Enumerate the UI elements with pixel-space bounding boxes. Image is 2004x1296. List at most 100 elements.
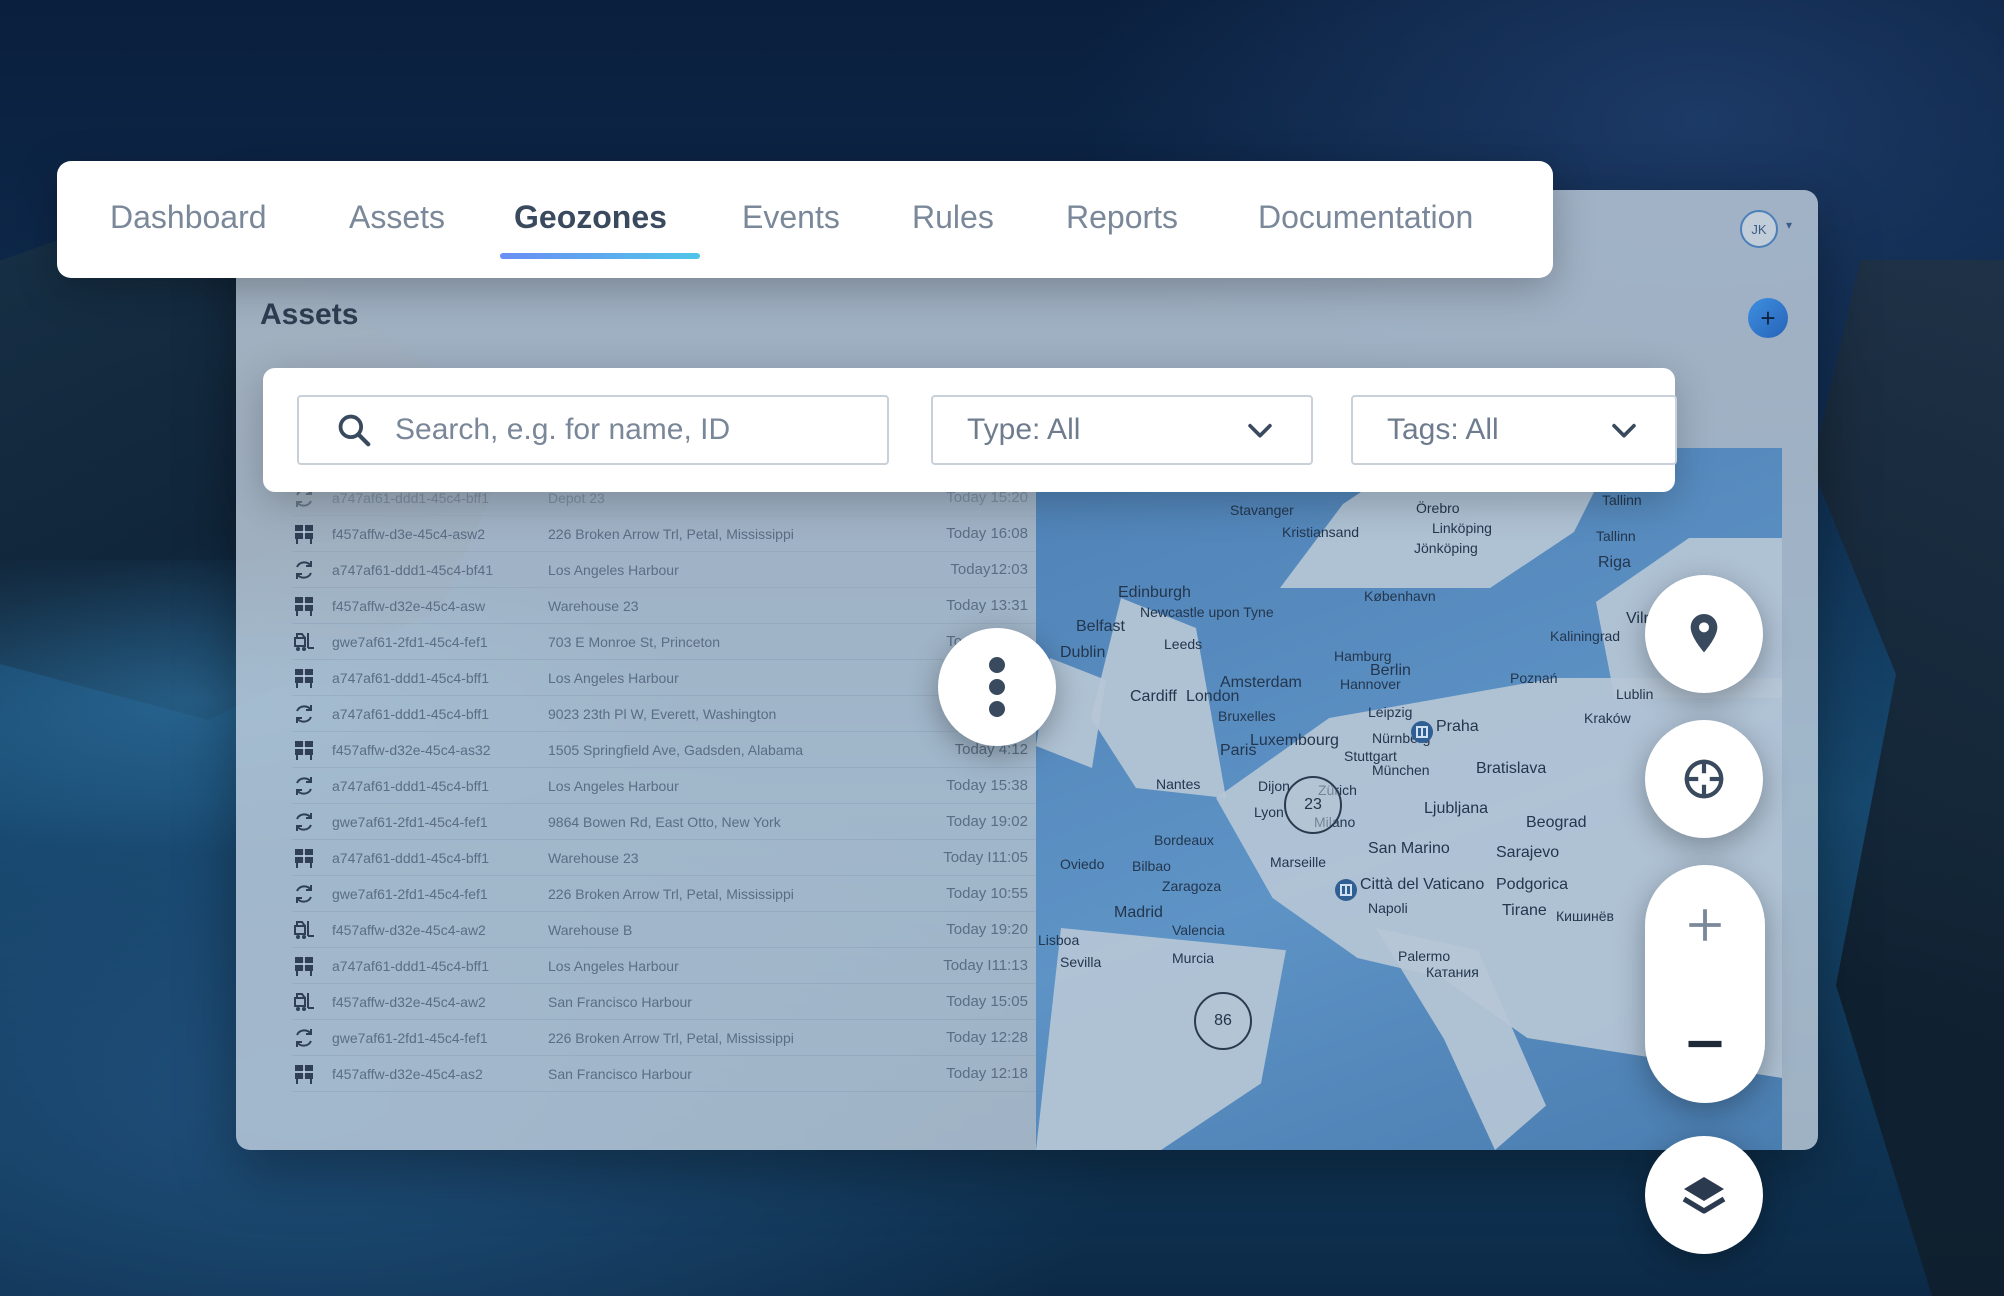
map-city-label: Belfast	[1076, 618, 1125, 635]
refresh-icon	[292, 882, 322, 906]
map-city-label: San Marino	[1368, 840, 1450, 857]
asset-id: f457affw-d32e-45c4-as32	[332, 741, 491, 758]
container-icon	[292, 522, 322, 546]
chevron-down-icon	[1248, 423, 1272, 438]
map-city-label: Ljubljana	[1424, 800, 1489, 817]
tab-rules[interactable]: Rules	[912, 199, 994, 236]
zoom-out-button[interactable]	[1645, 984, 1765, 1103]
locate-button[interactable]	[1645, 720, 1763, 838]
asset-id: f457affw-d3e-45c4-asw2	[332, 525, 486, 542]
asset-location: 9864 Bowen Rd, East Otto, New York	[548, 813, 781, 830]
tab-events[interactable]: Events	[742, 199, 840, 236]
search-field[interactable]	[297, 395, 889, 465]
asset-location: 1505 Springfield Ave, Gadsden, Alabama	[548, 741, 804, 758]
asset-location: Warehouse B	[548, 921, 633, 938]
map-cluster[interactable]: 23	[1284, 776, 1342, 834]
asset-id: f457affw-d32e-45c4-asw	[332, 597, 486, 614]
tab-assets[interactable]: Assets	[349, 199, 445, 236]
add-geozone-pin-button[interactable]	[1645, 575, 1763, 693]
asset-last-seen: Today 12:18	[946, 1065, 1028, 1082]
asset-last-seen: Today 19:02	[946, 813, 1028, 830]
asset-id: gwe7af61-2fd1-45c4-fef1	[332, 813, 488, 830]
chevron-down-icon[interactable]: ▾	[1786, 218, 1792, 232]
map-city-label: Newcastle upon Tyne	[1140, 604, 1274, 620]
plus-icon	[1689, 908, 1721, 941]
asset-last-seen: Today 10:55	[946, 885, 1028, 902]
container-icon	[292, 594, 322, 618]
map-city-label: London	[1186, 688, 1240, 705]
asset-location: 226 Broken Arrow Trl, Petal, Mississippi	[548, 885, 794, 902]
map-city-label: Lisboa	[1038, 932, 1080, 948]
map-city-label: Nantes	[1156, 776, 1201, 792]
forklift-icon	[292, 990, 322, 1014]
map-city-label: Dijon	[1258, 778, 1290, 794]
type-filter-dropdown[interactable]: Type: All	[931, 395, 1313, 465]
map-city-label: Valencia	[1172, 922, 1225, 938]
type-filter-label: Type: All	[967, 413, 1081, 446]
map-city-label: Poznań	[1510, 670, 1558, 686]
map-city-label: Кишинёв	[1556, 908, 1614, 924]
map-city-label: Stavanger	[1230, 502, 1294, 518]
asset-location: Los Angeles Harbour	[548, 669, 679, 686]
building-marker-icon[interactable]	[1410, 720, 1434, 744]
map-city-label: Tirane	[1502, 902, 1547, 919]
user-avatar[interactable]: JK	[1740, 210, 1778, 248]
map-city-label: Marseille	[1270, 854, 1327, 870]
map-layers-button[interactable]	[1645, 1136, 1763, 1254]
refresh-icon	[292, 774, 322, 798]
add-asset-button[interactable]: +	[1748, 298, 1788, 338]
map-city-label: München	[1372, 762, 1430, 778]
asset-id: a747af61-ddd1-45c4-bff1	[332, 669, 489, 686]
map-city-label: Città del Vaticano	[1360, 876, 1485, 893]
asset-id: gwe7af61-2fd1-45c4-fef1	[332, 633, 488, 650]
map-cluster[interactable]: 86	[1194, 992, 1252, 1050]
map-city-label: Oviedo	[1060, 856, 1105, 872]
map-city-label: Podgorica	[1496, 876, 1569, 893]
more-options-button[interactable]	[938, 628, 1056, 746]
asset-location: Warehouse 23	[548, 597, 639, 614]
panel-title: Assets	[260, 298, 359, 331]
building-marker-icon[interactable]	[1334, 878, 1358, 902]
map-city-label: Bratislava	[1476, 760, 1547, 777]
asset-last-seen: Today 15:38	[946, 777, 1028, 794]
map-city-label: Dublin	[1060, 644, 1106, 661]
asset-location: Los Angeles Harbour	[548, 561, 679, 578]
map-city-label: Napoli	[1368, 900, 1408, 916]
asset-last-seen: Today I11:05	[943, 849, 1028, 866]
forklift-icon	[292, 630, 322, 654]
map-city-label: Tallinn	[1596, 528, 1636, 544]
map-city-label: Leeds	[1164, 636, 1203, 652]
container-icon	[292, 846, 322, 870]
asset-id: a747af61-ddd1-45c4-bf41	[332, 561, 494, 578]
map-city-label: Катания	[1426, 964, 1479, 980]
map-city-label: Kristiansand	[1282, 524, 1360, 540]
layers-icon	[1682, 1177, 1726, 1214]
tab-reports[interactable]: Reports	[1066, 199, 1178, 236]
asset-location: San Francisco Harbour	[548, 1065, 692, 1082]
tab-documentation[interactable]: Documentation	[1258, 199, 1473, 236]
map-city-label: Bordeaux	[1154, 832, 1214, 848]
map-city-label: Riga	[1598, 554, 1631, 571]
refresh-icon	[292, 558, 322, 582]
search-input[interactable]	[393, 412, 877, 448]
map-city-label: Bruxelles	[1218, 708, 1276, 724]
asset-last-seen: Today 13:31	[946, 597, 1028, 614]
tags-filter-dropdown[interactable]: Tags: All	[1351, 395, 1677, 465]
tags-filter-label: Tags: All	[1387, 413, 1499, 446]
plus-icon: +	[1760, 302, 1776, 333]
container-icon	[292, 738, 322, 762]
refresh-icon	[292, 810, 322, 834]
container-icon	[292, 666, 322, 690]
tab-geozones[interactable]: Geozones	[514, 199, 667, 236]
asset-last-seen: Today I11:13	[943, 957, 1028, 974]
map-city-label: Linköping	[1432, 520, 1492, 536]
zoom-in-button[interactable]	[1645, 865, 1765, 984]
tab-dashboard[interactable]: Dashboard	[110, 199, 267, 236]
map-city-label: Zaragoza	[1162, 878, 1222, 894]
asset-location: 226 Broken Arrow Trl, Petal, Mississippi	[548, 1029, 794, 1046]
map-city-label: Lyon	[1254, 804, 1284, 820]
map-city-label: Palermo	[1398, 948, 1451, 964]
map-city-label: Paris	[1220, 742, 1257, 759]
asset-last-seen: Today 16:08	[946, 525, 1028, 542]
asset-id: f457affw-d32e-45c4-aw2	[332, 921, 486, 938]
